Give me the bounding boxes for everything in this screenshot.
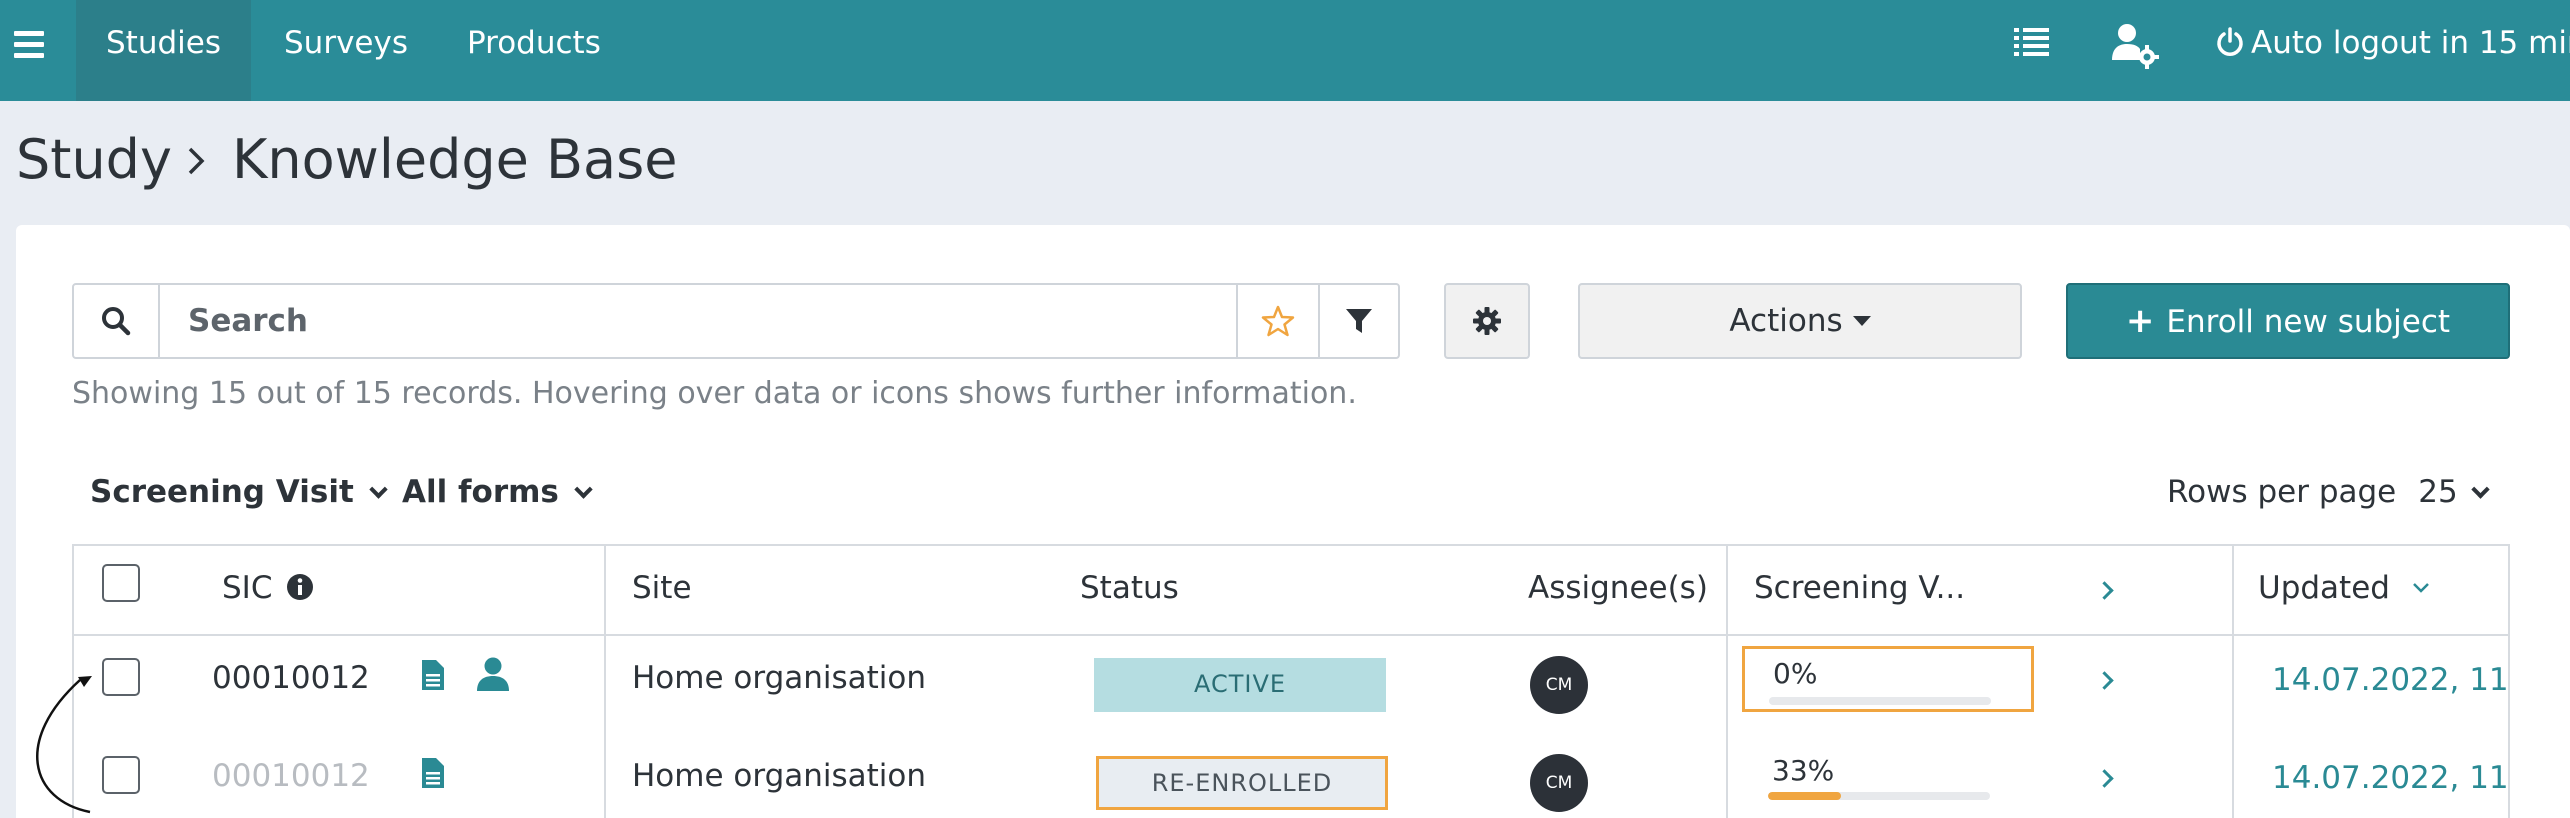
auto-logout-text: Auto logout in 15 min <box>2251 25 2570 61</box>
forms-dropdown[interactable]: All forms <box>402 474 593 510</box>
enroll-new-subject-button[interactable]: + Enroll new subject <box>2066 283 2510 359</box>
settings-button[interactable] <box>1444 283 1530 359</box>
progress-bar <box>1769 697 1991 705</box>
column-header-screening-visit[interactable]: Screening V... <box>1754 570 1965 606</box>
document-icon[interactable] <box>420 658 446 692</box>
visit-dropdown-label: Screening Visit <box>90 474 354 510</box>
column-header-sic-label: SIC <box>222 570 273 606</box>
chevron-down-icon <box>2471 480 2490 499</box>
chevron-right-icon[interactable] <box>2095 581 2114 600</box>
star-icon <box>1261 305 1295 337</box>
avatar: CM <box>1530 656 1588 714</box>
nav-tab-products[interactable]: Products <box>467 0 601 101</box>
auto-logout[interactable]: Auto logout in 15 min <box>2215 0 2570 86</box>
search-input[interactable] <box>160 285 1236 357</box>
column-header-updated-label: Updated <box>2258 570 2390 606</box>
rows-per-page[interactable]: Rows per page 25 <box>2167 474 2490 510</box>
relation-arrow-icon <box>36 676 92 814</box>
visit-progress[interactable]: 0% <box>1742 646 2034 712</box>
search-button[interactable] <box>74 285 160 357</box>
row-site: Home organisation <box>632 660 927 696</box>
chevron-down-icon <box>369 480 388 499</box>
actions-label: Actions <box>1729 303 1843 339</box>
visit-dropdown[interactable]: Screening Visit <box>90 474 388 510</box>
menu-icon[interactable] <box>14 31 44 59</box>
row-sic[interactable]: 00010012 <box>212 758 370 794</box>
page-title: Knowledge Base <box>232 128 678 191</box>
records-info: Showing 15 out of 15 records. Hovering o… <box>72 376 1357 411</box>
gear-icon <box>1473 307 1501 335</box>
subjects-table: SIC Site Status Assignee(s) Screening V.… <box>72 544 2510 818</box>
document-icon[interactable] <box>420 756 446 790</box>
status-badge: ACTIVE <box>1094 658 1386 712</box>
column-header-status[interactable]: Status <box>1080 570 1179 606</box>
filter-icon <box>1346 309 1372 333</box>
favorites-button[interactable] <box>1236 285 1320 357</box>
row-updated[interactable]: 14.07.2022, 11:3 <box>2272 760 2508 796</box>
chevron-right-icon[interactable] <box>2095 671 2114 690</box>
info-icon[interactable] <box>286 573 314 601</box>
filter-button[interactable] <box>1320 285 1398 357</box>
chevron-down-icon <box>574 480 593 499</box>
actions-dropdown-button[interactable]: Actions <box>1578 283 2022 359</box>
user-icon[interactable] <box>476 656 510 692</box>
column-header-updated[interactable]: Updated <box>2258 570 2432 606</box>
chevron-right-icon <box>188 147 205 175</box>
rows-per-page-label: Rows per page <box>2167 474 2397 510</box>
column-header-sic[interactable]: SIC <box>222 570 314 606</box>
nav-tab-surveys[interactable]: Surveys <box>284 0 408 101</box>
row-updated[interactable]: 14.07.2022, 11:3 <box>2272 662 2508 698</box>
user-settings-icon[interactable] <box>2110 20 2160 70</box>
select-all-checkbox[interactable] <box>102 564 140 602</box>
power-icon <box>2217 27 2243 56</box>
column-header-assignees[interactable]: Assignee(s) <box>1528 570 1708 606</box>
search-icon <box>102 307 131 336</box>
breadcrumb-study[interactable]: Study <box>16 128 172 191</box>
status-badge: RE-ENROLLED <box>1096 756 1388 810</box>
enroll-label: Enroll new subject <box>2166 304 2451 340</box>
search-bar <box>72 283 1400 359</box>
chevron-right-icon[interactable] <box>2095 769 2114 788</box>
progress-text: 33% <box>1772 754 1835 787</box>
column-header-site[interactable]: Site <box>632 570 692 606</box>
nav-tab-studies[interactable]: Studies <box>76 0 251 101</box>
plus-icon: + <box>2125 301 2155 341</box>
rows-per-page-value: 25 <box>2418 474 2458 510</box>
caret-down-icon <box>1852 316 1871 326</box>
forms-dropdown-label: All forms <box>402 474 559 510</box>
sort-chevron-icon <box>2412 583 2429 593</box>
list-icon[interactable] <box>2010 22 2054 66</box>
progress-bar <box>1768 792 1990 800</box>
progress-text: 0% <box>1773 657 1818 690</box>
top-navigation-bar: Studies Surveys Products Auto logout in … <box>0 0 2570 101</box>
avatar: CM <box>1530 754 1588 812</box>
progress-fill <box>1768 792 1842 800</box>
row-sic[interactable]: 00010012 <box>212 660 370 696</box>
row-site: Home organisation <box>632 758 927 794</box>
